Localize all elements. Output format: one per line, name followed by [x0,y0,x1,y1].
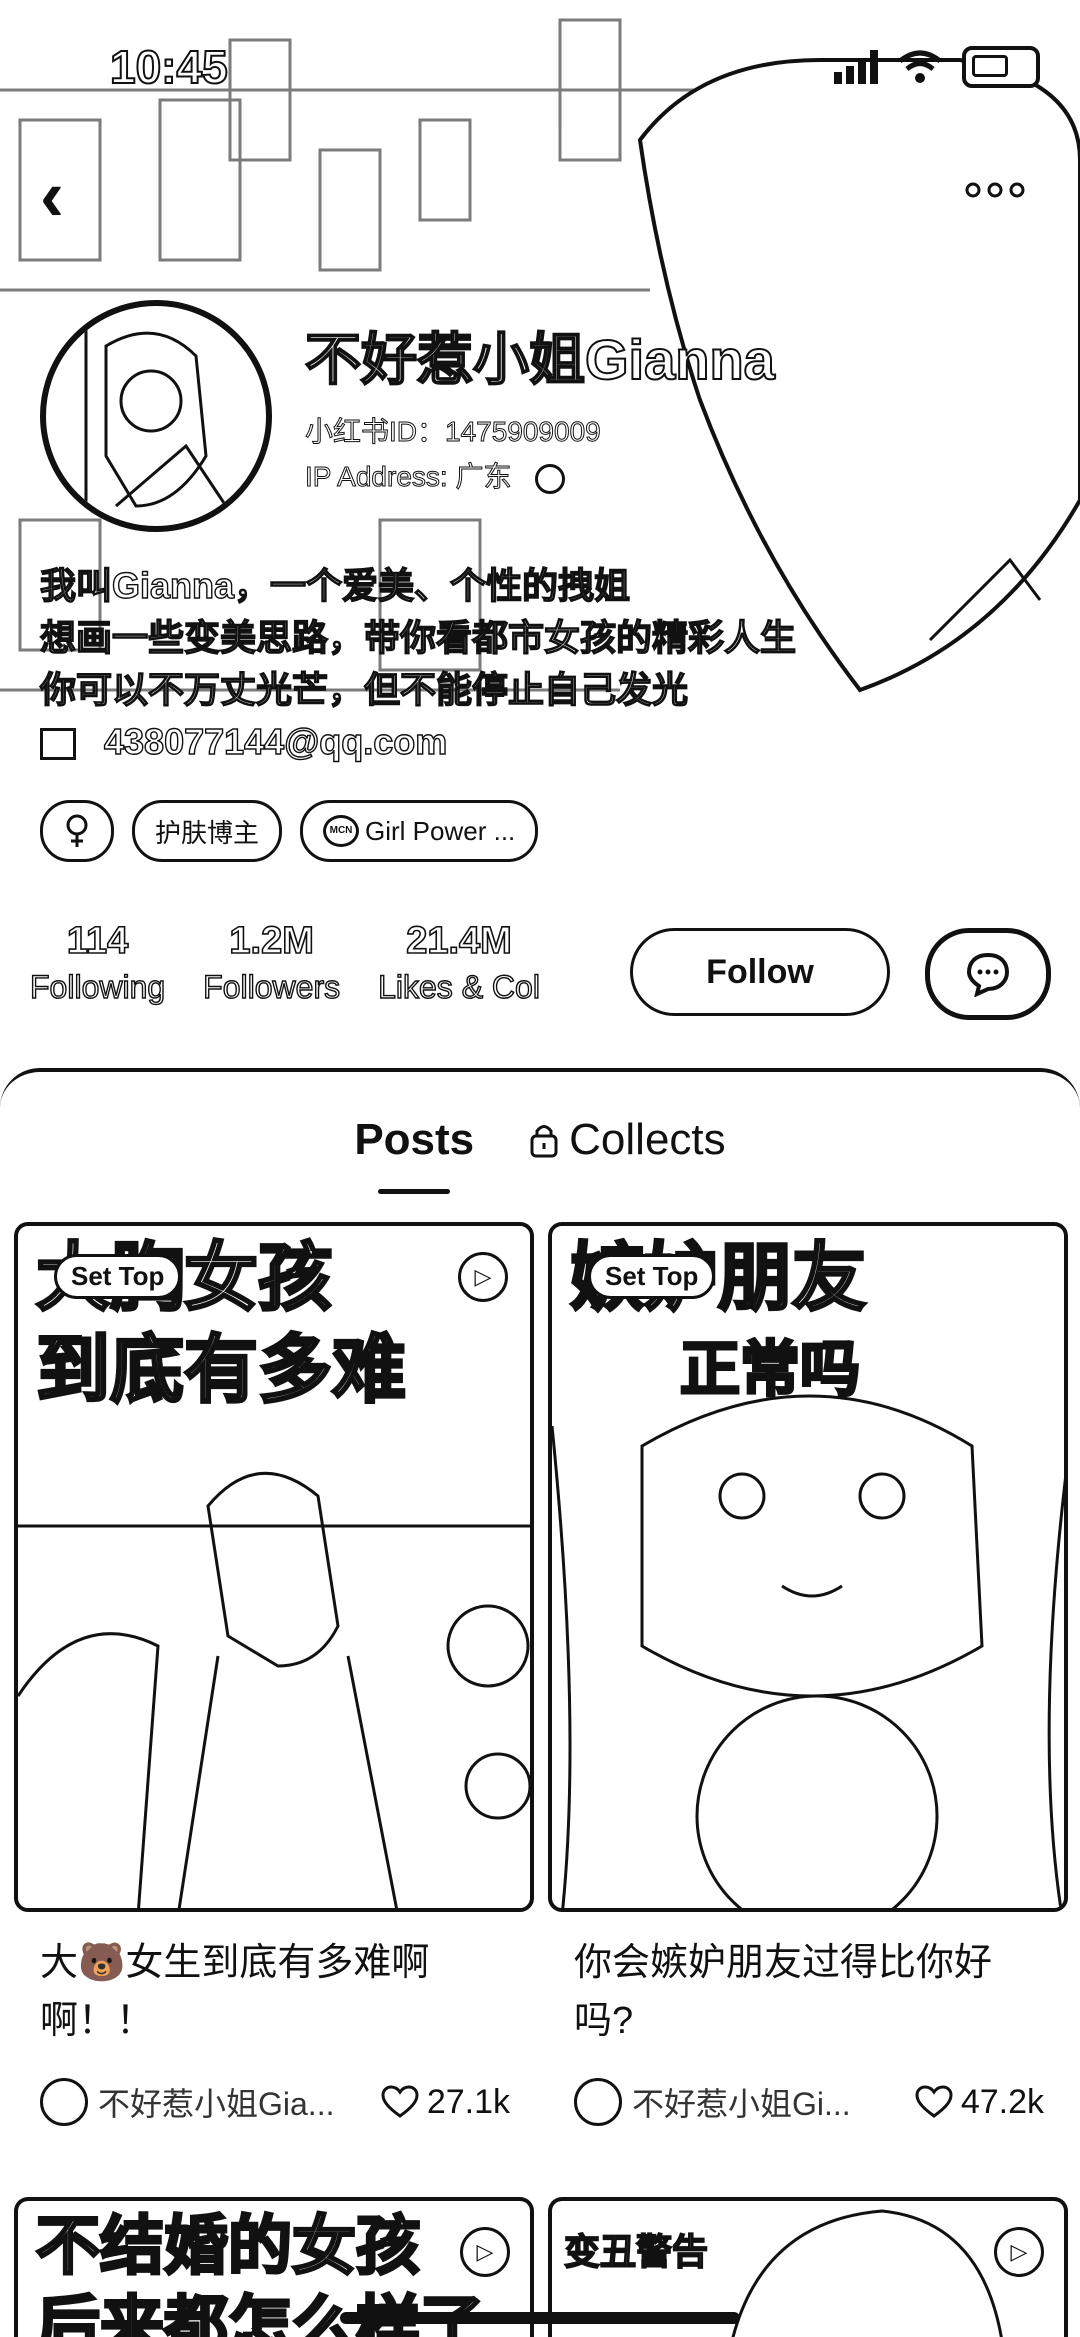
tag-label: 护肤博主 [155,817,260,848]
profile-tags: 护肤博主 MCN Girl Power ... [40,800,539,862]
set-top-badge: Set Top [588,1254,716,1299]
tab-posts[interactable]: Posts [354,1100,474,1180]
play-icon: ▷ [460,2227,510,2277]
mail-icon [40,728,76,761]
post-meta: 不好惹小姐Gia... 27.1k [40,2078,510,2126]
chat-bubble-icon [966,952,1010,997]
tab-label: Collects [569,1115,726,1164]
bio-line: 想画一些变美思路，带你看都市女孩的精彩人生 [39,616,797,658]
gender-tag[interactable] [40,800,114,862]
stat-followers[interactable]: 1.2M Followers [202,919,341,1006]
bio-email-line: 438077144@qq.com [40,716,860,768]
status-time: 10:45 [109,40,229,94]
post-title[interactable]: 你会嫉妒朋友过得比你好吗? [574,1934,1044,2054]
more-options-button[interactable] [950,160,1040,220]
play-icon: ▷ [994,2227,1044,2277]
tag-skincare-blogger[interactable]: 护肤博主 [132,800,283,862]
profile-avatar[interactable] [40,300,272,532]
stat-value: 114 [66,919,129,963]
profile-header-background [0,0,1080,1070]
set-top-badge: Set Top [54,1254,182,1299]
heart-icon [915,2085,953,2118]
profile-page: 10:45 ‹ 不好惹小姐Gianna 小红书ID：1475909009 IP … [0,0,1080,2337]
profile-id: 小红书ID：1475909009 [305,416,602,448]
tab-label: Posts [354,1115,475,1164]
wifi-icon [898,50,942,83]
author-avatar[interactable] [574,2078,622,2126]
battery-icon [962,46,1040,88]
follow-button[interactable]: Follow [630,928,890,1016]
post-author[interactable]: 不好惹小姐Gia... [98,2079,338,2125]
signal-icon [834,50,878,84]
profile-bio: 我叫Gianna，一个爱美、个性的拽姐 想画一些变美思路，带你看都市女孩的精彩人… [39,560,860,768]
like-button[interactable]: 47.2k [915,2083,1044,2122]
female-icon [66,814,88,847]
author-avatar[interactable] [40,2078,88,2126]
post-card[interactable]: 嫉妒朋友 正常吗 Set Top 你会嫉妒朋友过得比你好吗? 不好惹小姐Gi...… [548,1222,1068,2126]
post-title[interactable]: 大🐻女生到底有多难啊啊！！ [40,1934,510,2054]
ip-address-text: IP Address: 广东 [304,461,512,493]
tab-collects[interactable]: Collects [529,1100,726,1180]
back-button[interactable]: ‹ [40,155,64,237]
post-meta: 不好惹小姐Gi... 47.2k [574,2078,1044,2126]
like-button[interactable]: 27.1k [381,2083,510,2122]
status-icons [834,46,1040,88]
cover-title-line: 到底有多难 [35,1326,408,1415]
stat-value: 21.4M [405,919,512,963]
info-icon[interactable] [535,463,566,494]
mcn-icon: MCN [323,815,360,847]
tag-label: Girl Power ... [365,815,516,846]
tag-mcn[interactable]: MCN Girl Power ... [300,800,539,862]
home-indicator [340,2312,740,2324]
profile-ip-address: IP Address: 广东 [304,455,566,495]
lock-icon [530,1125,558,1158]
play-icon: ▷ [458,1252,508,1302]
bio-line: 我叫Gianna，一个爱美、个性的拽姐 [39,564,631,606]
message-button[interactable] [925,928,1051,1020]
more-icon [965,182,1025,198]
stat-label: Likes & Col [377,968,540,1005]
avatar-illustration [84,326,228,508]
stat-value: 1.2M [229,919,315,963]
chevron-left-icon: ‹ [40,156,64,236]
stat-likes-collects[interactable]: 21.4M Likes & Col [377,919,540,1006]
profile-stats: 114 Following 1.2M Followers 21.4M Likes & … [29,919,540,1006]
post-cover[interactable]: 大胸女孩 到底有多难 Set Top ▷ [14,1222,534,1912]
post-cover[interactable]: 嫉妒朋友 正常吗 Set Top [548,1222,1068,1912]
stat-label: Followers [202,968,341,1005]
cover-title-line: 不结婚的女孩 [35,2208,422,2286]
stat-label: Following [29,968,166,1005]
cover-title-line: 正常吗 [679,1334,862,1407]
post-author[interactable]: 不好惹小姐Gi... [632,2079,872,2125]
bio-email: 438077144@qq.com [103,720,448,762]
post-card[interactable]: 大胸女孩 到底有多难 Set Top ▷ 大🐻女生到底有多难啊啊！！ 不好惹小姐G… [14,1222,534,2126]
like-count: 47.2k [960,2082,1044,2121]
stat-following[interactable]: 114 Following [29,919,166,1006]
like-count: 27.1k [426,2082,510,2121]
profile-nickname: 不好惹小姐Gianna [304,327,776,392]
profile-tabs: Posts Collects [0,1100,1080,1180]
heart-icon [381,2085,419,2118]
bio-line: 你可以不万丈光芒，但不能停止自己发光 [39,668,689,710]
